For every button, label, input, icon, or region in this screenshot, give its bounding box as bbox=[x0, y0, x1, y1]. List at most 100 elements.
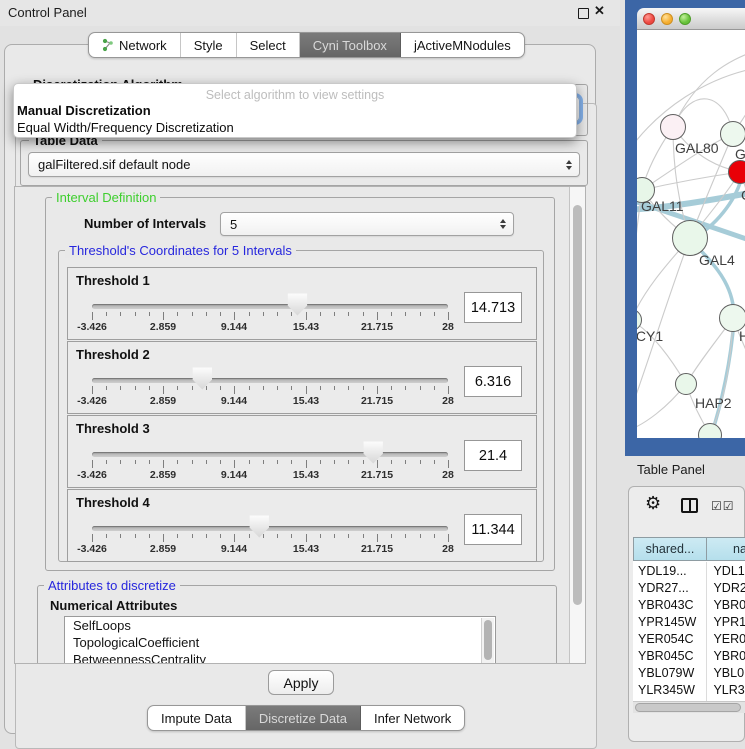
zoom-traffic-light-icon[interactable] bbox=[679, 13, 691, 25]
list-scrollbar-thumb[interactable] bbox=[484, 620, 492, 660]
tick-label: 2.859 bbox=[150, 321, 176, 333]
float-window-icon[interactable] bbox=[578, 8, 589, 19]
tab-cyni-toolbox[interactable]: Cyni Toolbox bbox=[300, 33, 401, 57]
table-row[interactable]: YER054CYER0 bbox=[633, 630, 745, 647]
split-columns-icon[interactable] bbox=[681, 498, 698, 513]
attributes-to-discretize-group: Attributes to discretize Numerical Attri… bbox=[37, 585, 557, 664]
attribute-item[interactable]: BetweennessCentrality bbox=[65, 651, 495, 664]
tick-label: -3.426 bbox=[77, 543, 107, 555]
minimize-traffic-light-icon[interactable] bbox=[661, 13, 673, 25]
control-panel-tabbar: Network Style Select Cyni Toolbox jActiv… bbox=[88, 32, 525, 58]
group-title: Attributes to discretize bbox=[44, 578, 180, 593]
tick-label: 2.859 bbox=[150, 395, 176, 407]
apply-button[interactable]: Apply bbox=[268, 670, 334, 695]
popup-item-equal-width-frequency[interactable]: Equal Width/Frequency Discretization bbox=[17, 120, 234, 135]
table-horizontal-scrollbar[interactable] bbox=[633, 701, 745, 713]
threshold-slider[interactable]: -3.426 2.859 9.144 15.43 21.715 28 bbox=[92, 416, 448, 489]
table-scrollbar-thumb[interactable] bbox=[635, 703, 741, 712]
network-canvas[interactable]: GAL80GACGAL11GAL4GCY1HHAP2 bbox=[637, 30, 745, 438]
tick-label: 28 bbox=[442, 543, 454, 555]
tick-label: 15.43 bbox=[293, 395, 319, 407]
threshold-slider[interactable]: -3.426 2.859 9.144 15.43 21.715 28 bbox=[92, 268, 448, 341]
list-scrollbar[interactable] bbox=[481, 618, 494, 664]
tab-jactivemnodules[interactable]: jActiveMNodules bbox=[401, 33, 524, 57]
tab-label: Infer Network bbox=[374, 711, 451, 726]
numerical-attributes-listbox[interactable]: SelfLoopsTopologicalCoefficientBetweenne… bbox=[64, 616, 496, 664]
cyni-mode-tabbar: Impute Data Discretize Data Infer Networ… bbox=[147, 705, 465, 731]
select-columns-checkbox-icons[interactable]: ☑☑ bbox=[711, 499, 735, 513]
number-of-intervals-combobox[interactable]: 5 bbox=[220, 212, 514, 236]
network-node[interactable] bbox=[660, 114, 686, 140]
settings-scrollbar-thumb[interactable] bbox=[573, 205, 582, 605]
tick-label: 2.859 bbox=[150, 469, 176, 481]
number-of-intervals-value: 5 bbox=[230, 217, 237, 232]
tick-label: 21.715 bbox=[361, 469, 393, 481]
network-icon bbox=[102, 38, 114, 52]
threshold-slider[interactable]: -3.426 2.859 9.144 15.43 21.715 28 bbox=[92, 490, 448, 563]
column-divider bbox=[706, 562, 707, 701]
slider-track[interactable] bbox=[92, 378, 448, 383]
tab-style[interactable]: Style bbox=[181, 33, 237, 57]
tick-label: 28 bbox=[442, 469, 454, 481]
network-node[interactable] bbox=[728, 160, 745, 184]
tick-label: 21.715 bbox=[361, 395, 393, 407]
slider-track[interactable] bbox=[92, 452, 448, 457]
tab-infer-network[interactable]: Infer Network bbox=[361, 706, 464, 730]
slider-ticks bbox=[92, 534, 448, 543]
spinner-arrows-icon bbox=[500, 219, 506, 229]
table-row[interactable]: YLR345WYLR3 bbox=[633, 681, 745, 698]
table-row[interactable]: YPR145WYPR1 bbox=[633, 613, 745, 630]
network-node[interactable] bbox=[675, 373, 697, 395]
spinner-arrows-icon bbox=[566, 160, 572, 170]
close-icon[interactable]: ✕ bbox=[594, 3, 605, 19]
tab-label: Cyni Toolbox bbox=[313, 38, 387, 53]
threshold-value-field[interactable]: 6.316 bbox=[464, 366, 522, 397]
table-data-combobox[interactable]: galFiltered.sif default node bbox=[28, 152, 580, 177]
threshold-value-field[interactable]: 11.344 bbox=[464, 514, 522, 545]
popup-item-manual-discretization[interactable]: Manual Discretization bbox=[17, 103, 151, 118]
table-row[interactable]: YBR043CYBR0 bbox=[633, 596, 745, 613]
tab-discretize-data[interactable]: Discretize Data bbox=[246, 706, 361, 730]
numerical-attributes-label: Numerical Attributes bbox=[50, 598, 177, 613]
tab-network[interactable]: Network bbox=[89, 33, 181, 57]
node-label: GAL4 bbox=[699, 252, 735, 268]
node-table-body: YDL19...YDL1YDR27...YDR2YBR043CYBR0YPR14… bbox=[633, 562, 745, 701]
tick-label: 9.144 bbox=[221, 395, 247, 407]
slider-track[interactable] bbox=[92, 526, 448, 531]
node-label: GAL11 bbox=[641, 198, 684, 214]
tick-label: 21.715 bbox=[361, 321, 393, 333]
threshold-value-field[interactable]: 21.4 bbox=[464, 440, 522, 471]
tick-label: 28 bbox=[442, 321, 454, 333]
popup-placeholder: Select algorithm to view settings bbox=[14, 88, 576, 102]
attribute-item[interactable]: TopologicalCoefficient bbox=[65, 634, 495, 651]
column-header-name[interactable]: na bbox=[706, 537, 745, 561]
table-row[interactable]: YBL079WYBL0 bbox=[633, 664, 745, 681]
tab-select[interactable]: Select bbox=[237, 33, 300, 57]
column-header-shared[interactable]: shared... bbox=[633, 537, 707, 561]
threshold-value-field[interactable]: 14.713 bbox=[464, 292, 522, 323]
threshold-slider[interactable]: -3.426 2.859 9.144 15.43 21.715 28 bbox=[92, 342, 448, 415]
tab-label: Style bbox=[194, 38, 223, 53]
slider-track[interactable] bbox=[92, 304, 448, 309]
network-window-titlebar[interactable] bbox=[637, 8, 745, 30]
table-row[interactable]: YBR045CYBR0 bbox=[633, 647, 745, 664]
close-traffic-light-icon[interactable] bbox=[643, 13, 655, 25]
node-label: GCY1 bbox=[637, 328, 663, 344]
settings-scrollbar[interactable] bbox=[569, 187, 585, 663]
threshold-panel: Threshold 4 -3.426 2.859 9.144 15.43 21.… bbox=[67, 489, 537, 562]
table-row[interactable]: YDR27...YDR2 bbox=[633, 579, 745, 596]
network-view-window: GAL80GACGAL11GAL4GCY1HHAP2 bbox=[625, 0, 745, 456]
table-row[interactable]: YDL19...YDL1 bbox=[633, 562, 745, 579]
table-panel-title: Table Panel bbox=[637, 462, 705, 477]
tab-label: Select bbox=[250, 38, 286, 53]
tick-label: 15.43 bbox=[293, 321, 319, 333]
gear-icon[interactable]: ⚙ bbox=[645, 493, 661, 514]
network-node[interactable] bbox=[720, 121, 745, 147]
table-panel: ⚙ ☑☑ shared... na YDL19...YDL1YDR27...YD… bbox=[628, 486, 745, 742]
tab-impute-data[interactable]: Impute Data bbox=[148, 706, 246, 730]
network-node[interactable] bbox=[672, 220, 708, 256]
attribute-item[interactable]: SelfLoops bbox=[65, 617, 495, 634]
numerical-attributes-list: SelfLoopsTopologicalCoefficientBetweenne… bbox=[65, 617, 495, 664]
threshold-panel: Threshold 1 -3.426 2.859 9.144 15.43 21.… bbox=[67, 267, 537, 340]
tick-label: -3.426 bbox=[77, 469, 107, 481]
